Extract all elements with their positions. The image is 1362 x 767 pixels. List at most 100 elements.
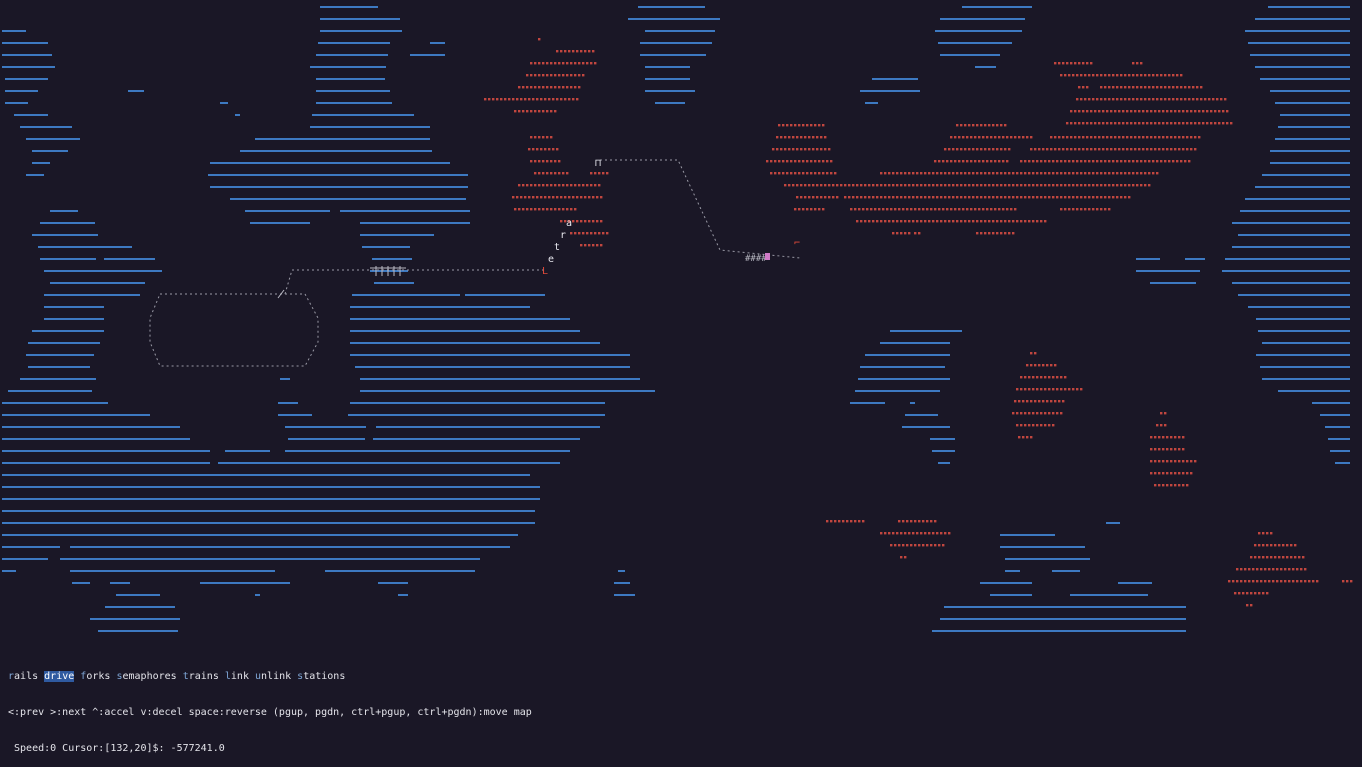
land-dot [784,148,787,151]
land-dot [826,160,829,163]
land-dot [1078,148,1081,151]
mode-stations[interactable]: stations [297,671,345,682]
land-dot [1160,424,1163,427]
land-dot [930,544,933,547]
water-run [348,414,605,416]
land-dot [1024,220,1027,223]
land-dot [1060,208,1063,211]
land-dot [1102,110,1105,113]
land-dot [1190,122,1193,125]
mode-unlink[interactable]: unlink [255,671,291,682]
mode-forks[interactable]: forks [80,671,110,682]
water-run [310,66,386,68]
land-dot [528,98,531,101]
train[interactable]: ⊓ a r t e L [542,158,601,277]
water-run [1262,174,1350,176]
land-dot [550,110,553,113]
land-dot [984,148,987,151]
land-dot [908,232,911,235]
land-dot [1004,172,1007,175]
mode-drive[interactable]: drive [44,671,75,682]
land-dot [554,160,557,163]
land-dot [1240,568,1243,571]
land-dot [1104,172,1107,175]
land-dot [980,148,983,151]
water-run [865,354,950,356]
land-dot [916,172,919,175]
land-dot [948,184,951,187]
land-dot [1024,160,1027,163]
land-dot [786,160,789,163]
water-run [1005,570,1020,572]
land-dot [960,148,963,151]
land-dot [1226,110,1229,113]
land-dot [1154,484,1157,487]
water-run [398,594,408,596]
land-dot [1148,160,1151,163]
land-dot [526,208,529,211]
mode-link[interactable]: link [225,671,249,682]
water-run [1245,198,1350,200]
land-dot [1076,98,1079,101]
mode-trains[interactable]: trains [183,671,219,682]
land-dot [1008,232,1011,235]
land-dot [1024,376,1027,379]
land-dot [1154,472,1157,475]
land-dot [526,86,529,89]
land-dot [778,172,781,175]
land-dot [956,148,959,151]
land-dot [928,196,931,199]
water-run [975,66,996,68]
water-run [210,186,468,188]
water-run [218,462,560,464]
land-dot [1082,110,1085,113]
land-dot [788,184,791,187]
land-dot [1080,196,1083,199]
land-dot [800,136,803,139]
land-dot [546,160,549,163]
land-dot [1136,74,1139,77]
land-dot [862,208,865,211]
land-dot [828,184,831,187]
land-dot [994,160,997,163]
mode-semaphores[interactable]: semaphores [116,671,176,682]
land-dot [1178,436,1181,439]
land-dot [952,196,955,199]
land-dot [796,148,799,151]
land-dot [1000,196,1003,199]
land-dot [1040,160,1043,163]
land-dot [1210,122,1213,125]
land-dot [1150,110,1153,113]
mode-rails[interactable]: rails [8,671,38,682]
land-dot [1194,148,1197,151]
land-dot [880,184,883,187]
water-run [316,78,385,80]
land-dot [540,148,543,151]
land-dot [1026,364,1029,367]
land-dot [558,86,561,89]
land-dot [1124,98,1127,101]
land-dot [1304,568,1307,571]
train-head: L [542,266,548,277]
land-dot [554,172,557,175]
land-dot [1116,86,1119,89]
land-dot [988,196,991,199]
land-dot [1196,98,1199,101]
land-dot [808,148,811,151]
land-dot [1036,172,1039,175]
land-dot [998,208,1001,211]
land-dot [1002,136,1005,139]
land-dot [530,86,533,89]
land-dot [1052,376,1055,379]
land-dot [774,160,777,163]
land-dot [916,220,919,223]
land-dot [1222,110,1225,113]
land-dot [1228,580,1231,583]
land-dot [554,208,557,211]
land-dot [1180,160,1183,163]
land-dot [924,184,927,187]
land-dot [1262,544,1265,547]
land-dot [968,196,971,199]
terrain-map[interactable]: ⊓ a r t e L #### ⌐ [0,0,1362,640]
land-dot [802,172,805,175]
